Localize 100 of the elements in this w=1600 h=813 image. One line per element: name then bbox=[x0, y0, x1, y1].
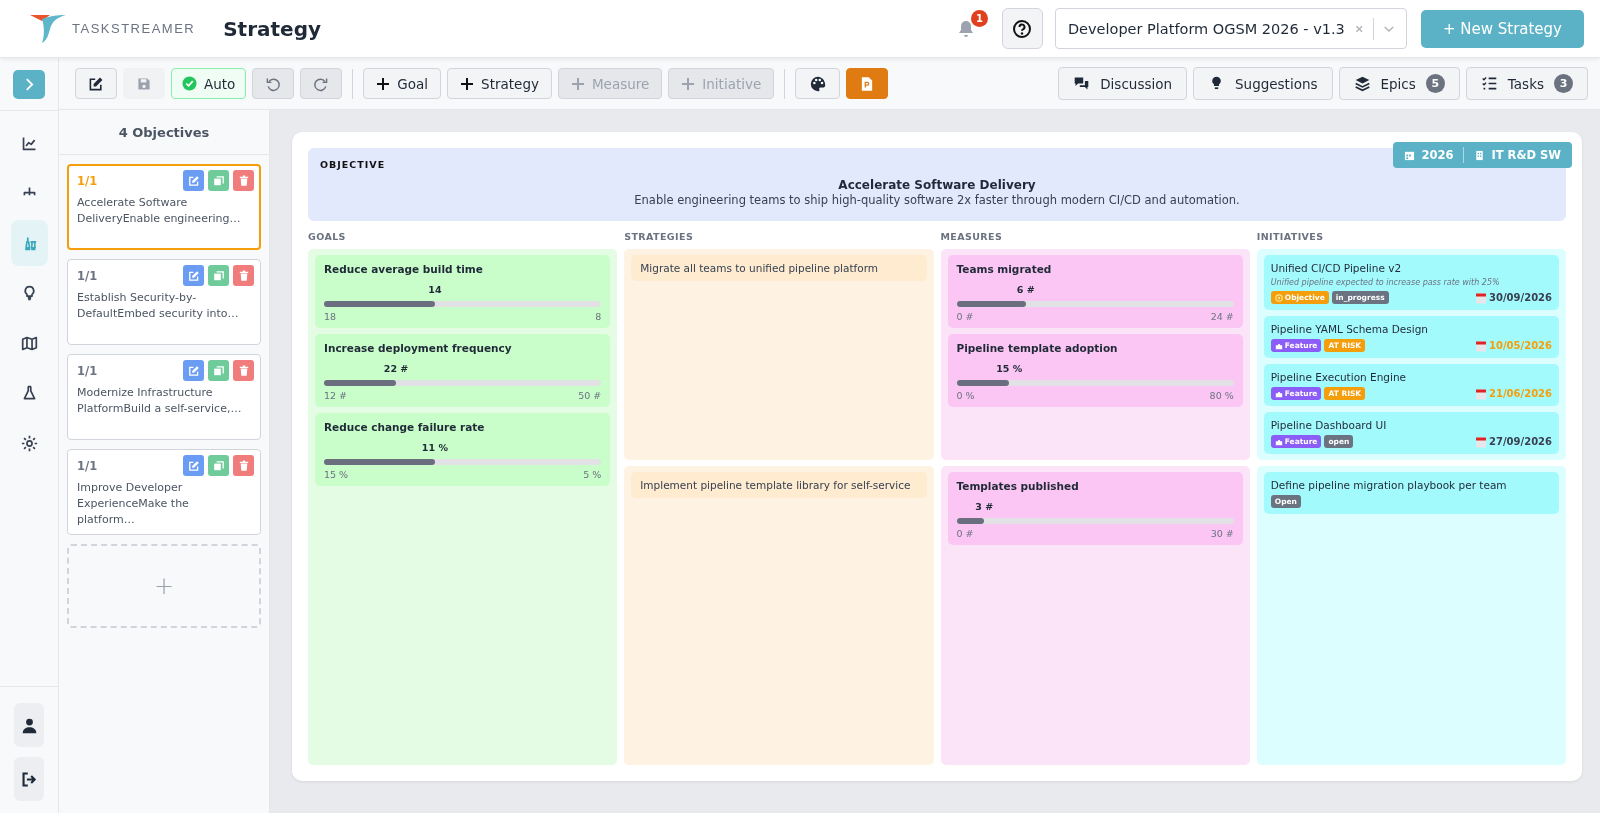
add-button[interactable]: Goal bbox=[363, 68, 442, 99]
expand-sidebar-button[interactable] bbox=[13, 69, 45, 99]
calendar-icon bbox=[1475, 291, 1488, 304]
edit-icon bbox=[187, 459, 200, 472]
goal-card[interactable]: Reduce average build time 14 18 8 bbox=[315, 255, 611, 328]
measure-card[interactable]: Pipeline template adoption 15 % 0 % 80 % bbox=[947, 334, 1243, 407]
logout-button[interactable] bbox=[14, 757, 44, 801]
objective-progress: 1/1 bbox=[77, 363, 98, 378]
objective-card[interactable]: 1/1 Accelerate Software DeliveryEnable engineering… bbox=[67, 164, 261, 250]
column-heading: INITIATIVES bbox=[1256, 231, 1325, 242]
goal-card[interactable]: Increase deployment frequency 22 # 12 # 50 # bbox=[315, 334, 611, 407]
column-heading: MEASURES bbox=[940, 231, 1004, 242]
column-heading: STRATEGIES bbox=[624, 231, 695, 242]
epics-button[interactable]: Epics 5 bbox=[1338, 67, 1460, 100]
goal-title: Increase deployment frequency bbox=[324, 342, 513, 354]
map-icon bbox=[20, 334, 38, 352]
duplicate-button[interactable] bbox=[208, 265, 229, 286]
undo-icon bbox=[265, 75, 282, 92]
initiative-title: Pipeline YAML Schema Design bbox=[1270, 323, 1429, 335]
save-button[interactable] bbox=[123, 68, 165, 99]
plus-icon bbox=[570, 76, 585, 91]
delete-button[interactable] bbox=[233, 170, 254, 191]
save-icon bbox=[136, 75, 152, 92]
help-icon bbox=[1012, 18, 1033, 39]
objective-summary: Establish Security-by-DefaultEmbed security into… bbox=[77, 290, 240, 322]
help-button[interactable] bbox=[1001, 8, 1043, 49]
chevron-down-icon[interactable] bbox=[1384, 24, 1394, 33]
auto-save-toggle[interactable]: Auto bbox=[171, 68, 247, 99]
logout-icon bbox=[20, 770, 38, 788]
strategy-select[interactable]: Developer Platform OGSM 2026 - v1.3 bbox=[1054, 8, 1407, 49]
copy-icon bbox=[212, 174, 225, 187]
objective-card[interactable]: 1/1 Establish Security-by-DefaultEmbed security into… bbox=[67, 259, 261, 345]
edit-icon bbox=[187, 269, 200, 282]
measure-card[interactable]: Teams migrated 6 # 0 # 24 # bbox=[947, 255, 1243, 328]
theme-palette-button[interactable] bbox=[795, 68, 841, 99]
target-value: 50 # bbox=[578, 390, 602, 401]
objective-progress: 1/1 bbox=[77, 458, 98, 473]
section-label: OBJECTIVE bbox=[320, 159, 386, 170]
duplicate-button[interactable] bbox=[208, 455, 229, 476]
plus-icon bbox=[376, 76, 391, 91]
page-title: Strategy bbox=[223, 16, 322, 41]
duplicate-button[interactable] bbox=[208, 360, 229, 381]
export-slides-button[interactable] bbox=[846, 68, 889, 99]
initiative-title: Pipeline Execution Engine bbox=[1270, 371, 1408, 383]
objective-description: Enable engineering teams to ship high-quality software 2x faster through modern CI/CD and automation. bbox=[634, 193, 1240, 207]
duplicate-button[interactable] bbox=[208, 170, 229, 191]
objective-summary: Modernize Infrastructure PlatformBuild a self-service,… bbox=[77, 385, 243, 417]
strategy-card[interactable]: Migrate all teams to unified pipeline platform bbox=[631, 255, 927, 281]
edit-button[interactable] bbox=[75, 68, 117, 99]
discussion-button[interactable]: Discussion bbox=[1058, 67, 1187, 100]
initiative-title: Unified CI/CD Pipeline v2 bbox=[1270, 262, 1403, 274]
profile-button[interactable] bbox=[14, 703, 44, 747]
due-date: 10/05/2026 bbox=[1475, 339, 1552, 352]
objective-card[interactable]: 1/1 Modernize Infrastructure PlatformBuild a self-service,… bbox=[67, 354, 261, 440]
suggestions-button[interactable]: Suggestions bbox=[1193, 67, 1333, 100]
trash-icon bbox=[237, 364, 250, 377]
settings-icon bbox=[20, 434, 38, 452]
goal-card[interactable]: Reduce change failure rate 11 % 15 % 5 % bbox=[315, 413, 611, 486]
due-date: 21/06/2026 bbox=[1475, 387, 1552, 400]
objective-card[interactable]: 1/1 Improve Developer ExperienceMake the platform… bbox=[67, 449, 261, 535]
target-value: 8 bbox=[595, 311, 602, 322]
add-button[interactable]: Strategy bbox=[447, 68, 552, 99]
building-icon bbox=[1474, 149, 1486, 161]
start-value: 18 bbox=[324, 311, 337, 322]
objective-progress: 1/1 bbox=[77, 268, 98, 283]
objectives-count: 4 Objectives bbox=[59, 110, 269, 155]
initiative-title: Pipeline Dashboard UI bbox=[1270, 419, 1388, 431]
current-value: 14 bbox=[428, 284, 442, 295]
edit-icon bbox=[88, 75, 104, 92]
tasks-button[interactable]: Tasks 3 bbox=[1465, 67, 1588, 100]
logo-icon bbox=[28, 12, 68, 45]
year-label: 2026 bbox=[1421, 148, 1454, 162]
calendar-icon bbox=[1475, 435, 1488, 448]
palette-icon bbox=[808, 74, 827, 93]
target-value: 30 # bbox=[1210, 528, 1234, 539]
measure-card[interactable]: Templates published 3 # 0 # 30 # bbox=[947, 472, 1243, 545]
calendar-icon bbox=[1404, 149, 1416, 161]
redo-button[interactable] bbox=[300, 68, 343, 99]
initiative-title: Define pipeline migration playbook per team bbox=[1270, 479, 1508, 491]
notification-count: 1 bbox=[970, 9, 988, 27]
objective-summary: Accelerate Software DeliveryEnable engineering… bbox=[77, 195, 242, 227]
current-value: 22 # bbox=[383, 363, 409, 374]
start-value: 0 # bbox=[956, 311, 974, 322]
undo-button[interactable] bbox=[252, 68, 295, 99]
start-value: 0 % bbox=[956, 390, 975, 401]
objective-progress: 1/1 bbox=[77, 173, 98, 188]
goal-title: Reduce change failure rate bbox=[324, 421, 486, 433]
chevron-right-icon bbox=[24, 77, 34, 91]
copy-icon bbox=[212, 459, 225, 472]
delete-button[interactable] bbox=[233, 265, 254, 286]
delete-button[interactable] bbox=[233, 455, 254, 476]
target-value: 5 % bbox=[583, 469, 602, 480]
delete-button[interactable] bbox=[233, 360, 254, 381]
start-value: 0 # bbox=[956, 528, 974, 539]
copy-icon bbox=[212, 364, 225, 377]
measure-title: Templates published bbox=[956, 480, 1080, 492]
strategy-card[interactable]: Implement pipeline template library for self-service bbox=[631, 472, 927, 498]
current-value: 15 % bbox=[996, 363, 1023, 374]
copy-icon bbox=[212, 269, 225, 282]
goal-title: Reduce average build time bbox=[324, 263, 484, 275]
